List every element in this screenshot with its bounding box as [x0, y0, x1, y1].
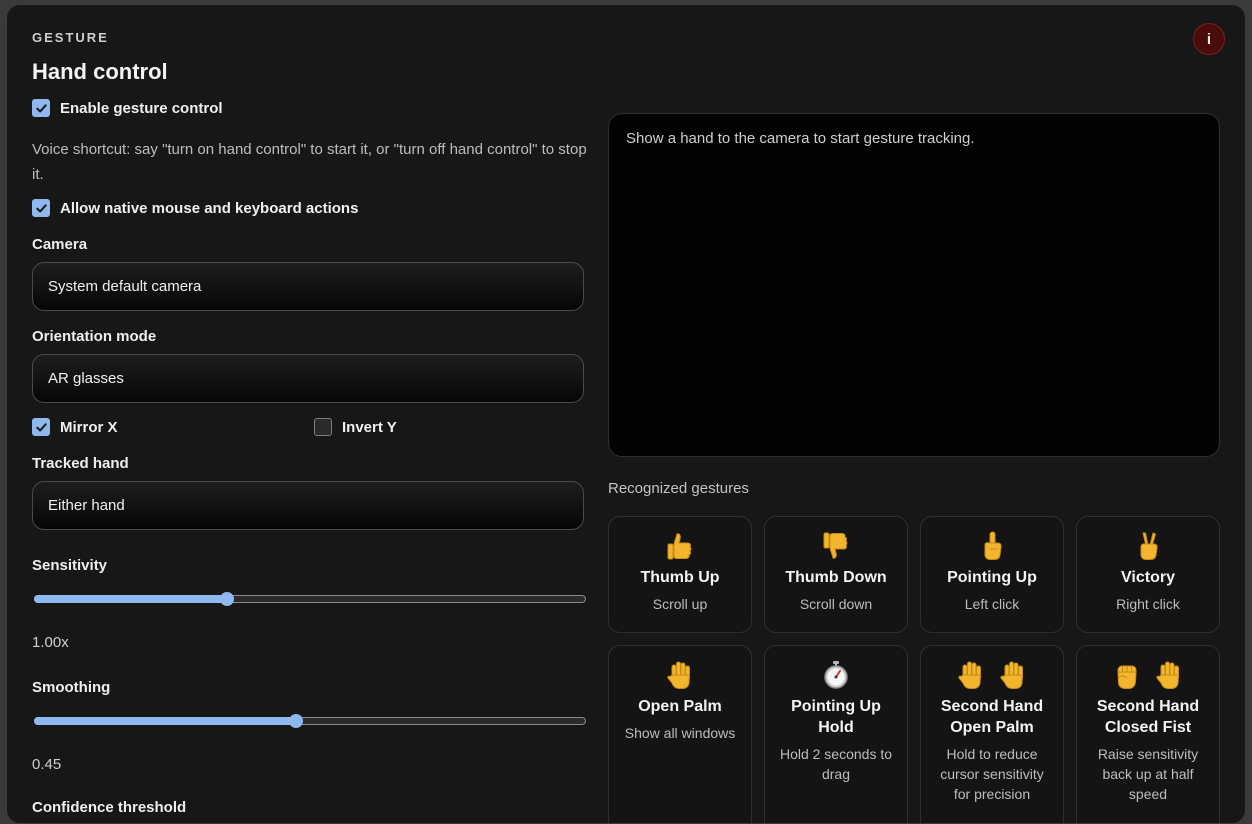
- gesture-name: Thumb Down: [785, 569, 887, 586]
- camera-label: Camera: [32, 236, 88, 253]
- smoothing-slider[interactable]: [34, 714, 586, 728]
- open-palm-icon: [667, 661, 691, 689]
- orientation-mode-select[interactable]: AR glasses: [32, 354, 584, 403]
- gesture-name: Second Hand Closed Fist: [1096, 698, 1200, 736]
- mirror-x-label: Mirror X: [60, 418, 118, 436]
- sensitivity-slider[interactable]: [34, 592, 586, 606]
- page-title: Hand control: [32, 59, 168, 84]
- voice-shortcut-help: Voice shortcut: say "turn on hand contro…: [32, 141, 587, 183]
- gesture-card-pointing-up-hold: Pointing Up Hold Hold 2 seconds to drag: [764, 645, 908, 823]
- gesture-action: Right click: [1116, 596, 1180, 612]
- gesture-card-thumb-up: Thumb Up Scroll up: [608, 516, 752, 633]
- gesture-name: Open Palm: [638, 698, 722, 715]
- enable-gesture-checkbox[interactable]: [32, 99, 50, 117]
- native-actions-label: Allow native mouse and keyboard actions: [60, 199, 359, 217]
- gesture-name: Second Hand Open Palm: [940, 698, 1044, 736]
- camera-select-value: System default camera: [48, 278, 202, 295]
- enable-gesture-checkbox-row[interactable]: Enable gesture control: [32, 99, 223, 117]
- gesture-action: Hold to reduce cursor sensitivity for pr…: [940, 746, 1044, 802]
- slider-fill: [34, 717, 297, 725]
- check-icon: [35, 203, 47, 212]
- camera-preview: Show a hand to the camera to start gestu…: [608, 113, 1220, 457]
- open-palm-icon: [1000, 661, 1024, 689]
- native-actions-checkbox-row[interactable]: Allow native mouse and keyboard actions: [32, 199, 358, 217]
- raised-fist-icon: [1117, 665, 1137, 689]
- orientation-mode-value: AR glasses: [48, 370, 124, 387]
- gesture-name: Thumb Up: [640, 569, 720, 586]
- recognized-gestures-label: Recognized gestures: [608, 480, 749, 497]
- gesture-action: Scroll up: [652, 596, 708, 612]
- enable-gesture-label: Enable gesture control: [60, 99, 223, 117]
- preview-message: Show a hand to the camera to start gestu…: [626, 130, 975, 147]
- gesture-card-open-palm: Open Palm Show all windows: [608, 645, 752, 823]
- pointing-up-icon: [984, 531, 1002, 560]
- gesture-card-second-hand-closed-fist: Second Hand Closed Fist Raise sensitivit…: [1076, 645, 1220, 823]
- check-icon: [35, 422, 47, 431]
- victory-hand-icon: [1140, 532, 1158, 560]
- thumbs-up-icon: [667, 533, 692, 560]
- smoothing-label: Smoothing: [32, 679, 111, 696]
- smoothing-value: 0.45: [32, 756, 62, 773]
- invert-y-checkbox-row[interactable]: Invert Y: [314, 418, 397, 436]
- two-open-palms-icon: [921, 658, 1063, 692]
- gesture-card-second-hand-open-palm: Second Hand Open Palm Hold to reduce cur…: [920, 645, 1064, 823]
- tracked-hand-value: Either hand: [48, 497, 125, 514]
- fist-and-palm-icon: [1077, 658, 1219, 692]
- open-palm-icon: [1156, 661, 1180, 689]
- slider-fill: [34, 595, 228, 603]
- mirror-x-checkbox[interactable]: [32, 418, 50, 436]
- orientation-mode-label: Orientation mode: [32, 328, 157, 345]
- gesture-name: Pointing Up Hold: [791, 698, 881, 736]
- open-palm-icon: [958, 661, 982, 689]
- tracked-hand-select[interactable]: Either hand: [32, 481, 584, 530]
- invert-y-label: Invert Y: [342, 418, 397, 436]
- gesture-action: Hold 2 seconds to drag: [779, 746, 893, 782]
- sensitivity-value: 1.00x: [32, 634, 69, 651]
- thumbs-down-icon: [823, 532, 848, 559]
- info-button[interactable]: i: [1193, 23, 1225, 55]
- gesture-settings-panel: GESTURE Hand control i Enable gesture co…: [6, 4, 1246, 824]
- gesture-name: Pointing Up: [947, 569, 1037, 586]
- tracked-hand-label: Tracked hand: [32, 455, 129, 472]
- slider-thumb[interactable]: [289, 714, 304, 728]
- sensitivity-label: Sensitivity: [32, 557, 108, 574]
- stopwatch-icon: [824, 661, 848, 689]
- check-icon: [35, 103, 47, 112]
- section-eyebrow: GESTURE: [32, 30, 109, 45]
- gesture-action: Raise sensitivity back up at half speed: [1097, 746, 1199, 802]
- camera-select[interactable]: System default camera: [32, 262, 584, 311]
- gesture-action: Show all windows: [624, 725, 736, 741]
- invert-y-checkbox[interactable]: [314, 418, 332, 436]
- gesture-card-thumb-down: Thumb Down Scroll down: [764, 516, 908, 633]
- native-actions-checkbox[interactable]: [32, 199, 50, 217]
- mirror-x-checkbox-row[interactable]: Mirror X: [32, 418, 118, 436]
- gesture-name: Victory: [1121, 569, 1175, 586]
- gesture-card-victory: Victory Right click: [1076, 516, 1220, 633]
- gesture-card-pointing-up: Pointing Up Left click: [920, 516, 1064, 633]
- gesture-action: Left click: [964, 596, 1020, 612]
- gesture-action: Scroll down: [799, 596, 873, 612]
- slider-thumb[interactable]: [220, 592, 235, 606]
